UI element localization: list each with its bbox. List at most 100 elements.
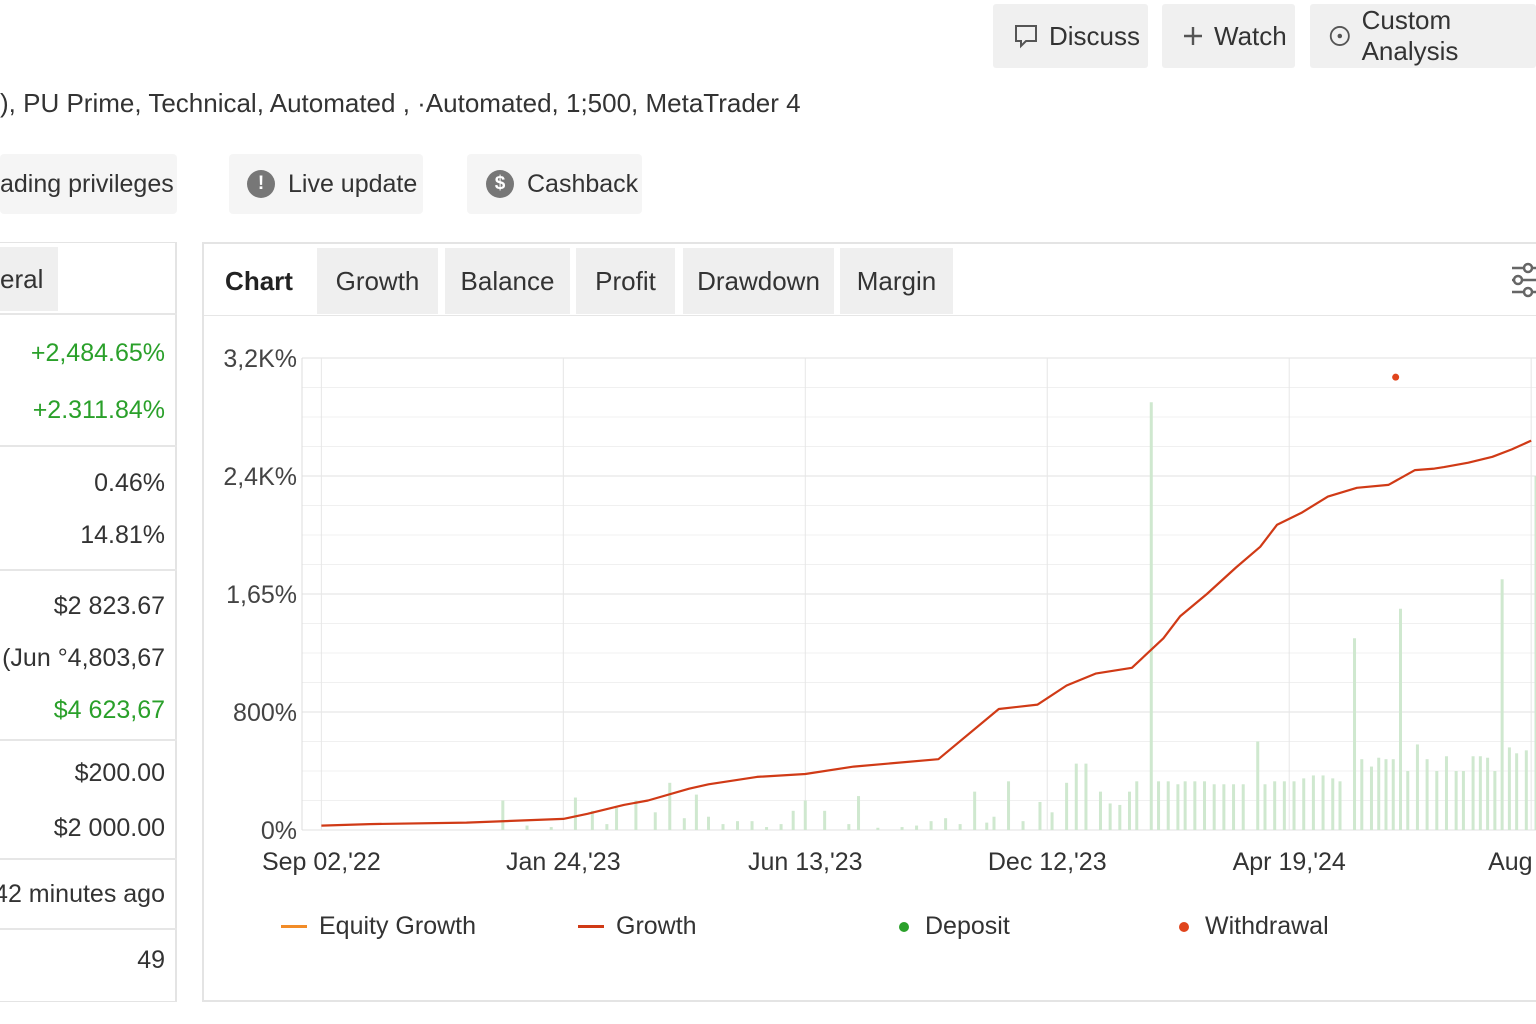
deposit-bar (1118, 804, 1122, 830)
deposit-bar (549, 827, 553, 830)
deposit-bar (1203, 781, 1207, 830)
deposit-bar (1273, 781, 1277, 830)
deposit-bar (1050, 812, 1054, 830)
deposit-bar (1232, 784, 1236, 830)
deposit-bar (1065, 782, 1069, 830)
growth-line (321, 439, 1532, 827)
deposit-bar (573, 797, 577, 830)
withdrawal-swatch (1179, 921, 1189, 932)
deposit-bar (1384, 759, 1388, 830)
deposit-bar (1399, 608, 1403, 830)
deposit-bar (1524, 750, 1528, 830)
y-tick-label: 3,2K% (223, 345, 297, 373)
deposit-bar (779, 824, 783, 830)
deposit-bar (1256, 741, 1260, 830)
legend-equity-growth[interactable]: Equity Growth (281, 912, 476, 941)
deposit-bar (876, 827, 880, 830)
deposit-bar (1074, 763, 1078, 830)
deposit-bar (605, 824, 609, 830)
legend-growth[interactable]: Growth (578, 912, 697, 941)
deposit-bar (929, 821, 933, 830)
deposit-bar (1471, 756, 1475, 830)
deposit-bar (1486, 757, 1490, 830)
deposit-bar (1391, 759, 1395, 830)
legend-equity-growth-label: Equity Growth (319, 912, 477, 940)
deposit-bar (694, 794, 698, 830)
legend-deposit-label: Deposit (925, 912, 1010, 940)
deposit-bar (1331, 778, 1335, 830)
deposit-bar (1292, 781, 1296, 830)
deposit-swatch (899, 921, 909, 932)
y-tick-label: 2,4K% (223, 463, 297, 491)
deposit-bar (1241, 784, 1245, 830)
deposit-bar (706, 816, 710, 830)
deposit-bar (1478, 756, 1482, 830)
deposit-bar (668, 782, 672, 830)
deposit-bar (634, 800, 638, 830)
deposit-bar (1282, 781, 1286, 830)
deposit-bar (1444, 756, 1448, 830)
deposit-bar (1454, 771, 1458, 830)
deposit-bar (525, 825, 529, 830)
deposit-bar (857, 796, 861, 830)
equity-growth-swatch (281, 925, 307, 928)
deposit-bar (682, 818, 686, 830)
deposit-bar (1369, 766, 1373, 830)
deposit-bar (1183, 781, 1187, 830)
x-tick-label: Jan 24,'23 (506, 848, 621, 876)
deposit-bar (944, 818, 948, 830)
deposit-bar (1360, 759, 1364, 830)
x-tick-label: Apr 19,'24 (1233, 848, 1346, 876)
deposit-bar (736, 821, 740, 830)
deposit-bar (1157, 781, 1161, 830)
deposit-bar (958, 824, 962, 830)
deposit-bar (1084, 763, 1088, 830)
deposit-bar (1461, 771, 1465, 830)
deposit-bar (1128, 791, 1132, 830)
deposit-bar (721, 824, 725, 830)
deposit-bar (847, 824, 851, 830)
deposit-bar (900, 827, 904, 830)
deposit-bar (1353, 638, 1357, 830)
x-tick-label: Aug 05, (1488, 848, 1536, 876)
deposit-bar (1222, 784, 1226, 830)
withdrawal-point (1392, 373, 1400, 381)
deposit-bar (1176, 784, 1180, 830)
legend-growth-label: Growth (616, 912, 697, 940)
growth-chart: 0% 800% 1,65% 2,4K% 3,2K% Sep 02,'22 Jan 24,'2… (223, 345, 1536, 876)
deposit-bar (1377, 757, 1381, 830)
legend-withdrawal[interactable]: Withdrawal (1179, 912, 1329, 941)
deposit-bar (1212, 784, 1216, 830)
deposit-bar (1311, 775, 1315, 830)
deposit-bar (992, 816, 996, 830)
deposit-bar (501, 800, 505, 830)
x-tick-label: Dec 12,'23 (988, 848, 1107, 876)
deposit-bar (1263, 784, 1267, 830)
legend-deposit[interactable]: Deposit (899, 912, 1010, 941)
deposit-bar (915, 825, 919, 830)
deposit-bar (973, 791, 977, 830)
x-tick-label: Sep 02,'22 (262, 848, 381, 876)
deposit-bar (1515, 753, 1519, 830)
deposit-bar (750, 821, 754, 830)
deposit-bar (1135, 781, 1139, 830)
deposit-bar (1166, 781, 1170, 830)
deposit-bar (1415, 744, 1419, 830)
deposit-bar (1338, 781, 1342, 830)
deposit-bar (1435, 771, 1439, 830)
growth-swatch (578, 925, 604, 928)
deposit-bar (1425, 759, 1429, 830)
deposit-bar (1321, 775, 1325, 830)
deposit-bar (1021, 821, 1025, 830)
deposit-bar (1507, 747, 1511, 830)
y-tick-label: 1,65% (226, 581, 297, 609)
y-tick-label: 800% (233, 699, 297, 727)
deposit-bar (803, 800, 807, 830)
deposit-bar (1302, 778, 1306, 830)
deposit-bar (1500, 579, 1504, 830)
deposit-bar (1406, 771, 1410, 830)
deposit-bar (653, 812, 657, 830)
legend-withdrawal-label: Withdrawal (1205, 912, 1329, 940)
deposit-bar (1149, 402, 1153, 830)
deposit-bar (765, 827, 769, 830)
